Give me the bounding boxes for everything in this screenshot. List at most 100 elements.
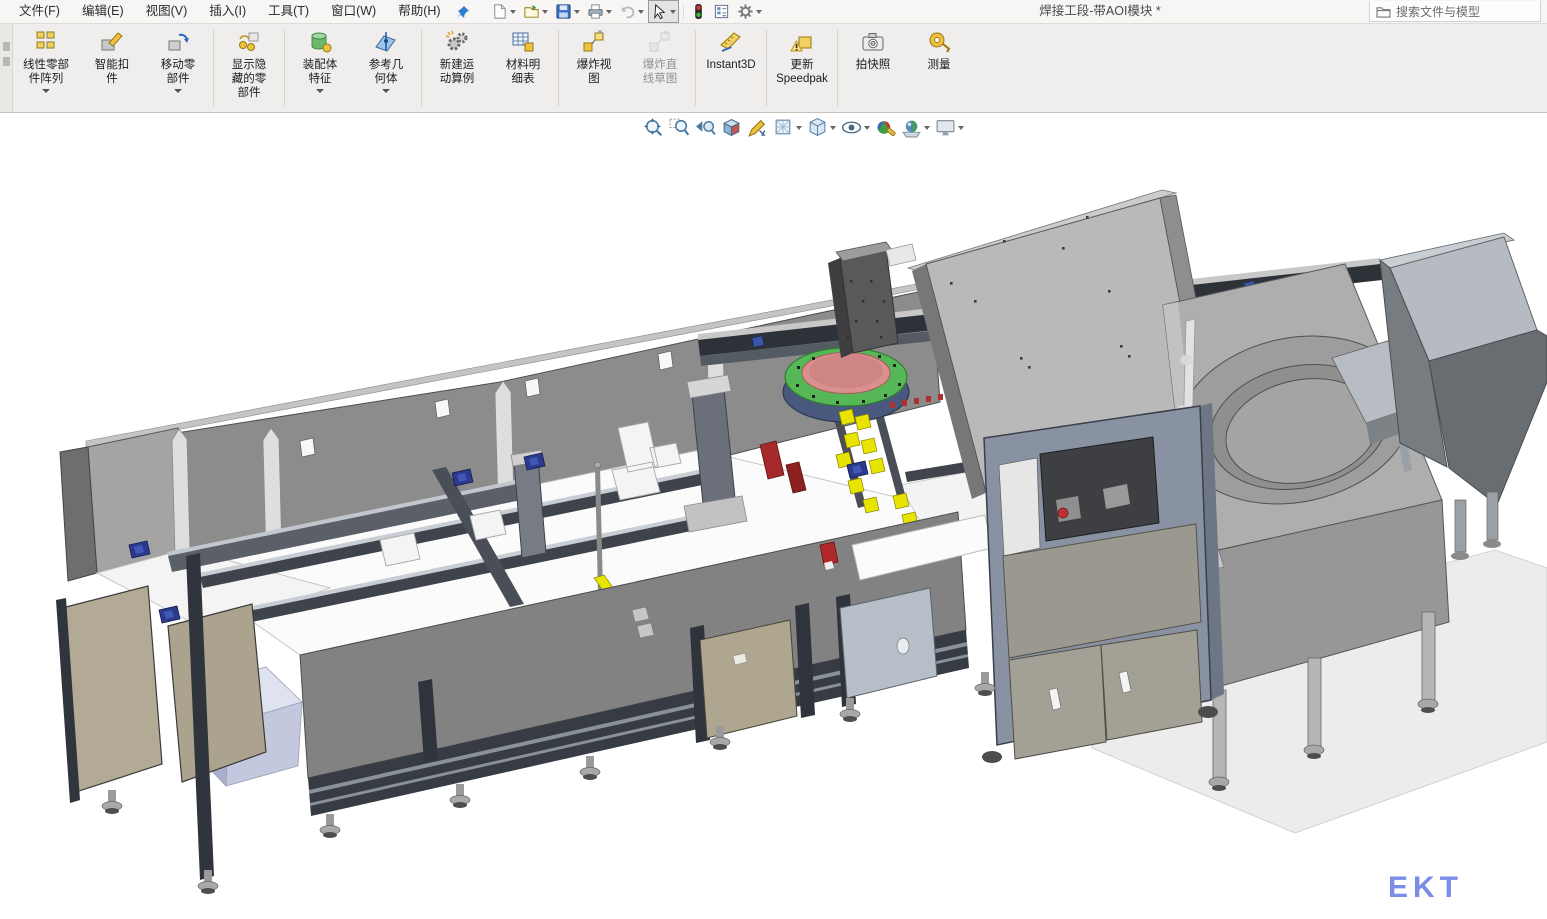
move-component-icon	[166, 28, 190, 56]
menu-insert[interactable]: 插入(I)	[198, 0, 257, 23]
headsup-view-toolbar	[642, 116, 965, 139]
ribbon-button-assembly-features[interactable]: 装配体 特征	[287, 24, 353, 112]
view-settings-button[interactable]	[934, 116, 965, 139]
previous-view-icon	[695, 117, 716, 138]
annotation-view-button[interactable]	[746, 116, 769, 139]
ribbon-separator	[837, 30, 838, 106]
ribbon-button-label: 显示隐 藏的零 部件	[232, 58, 267, 100]
ribbon-button-instant3d[interactable]: Instant3D	[698, 24, 764, 112]
ribbon-button-label: 移动零 部件	[161, 58, 196, 86]
dropdown-arrow-icon	[382, 89, 390, 93]
print-button[interactable]	[584, 0, 615, 23]
dropdown-arrow-icon	[796, 126, 802, 130]
ribbon-button-label: 参考几 何体	[369, 58, 404, 86]
search-box[interactable]: 搜索文件与模型	[1369, 1, 1541, 22]
assembly-model-3d[interactable]	[0, 137, 1547, 919]
display-style-button[interactable]	[806, 116, 837, 139]
previous-view-button[interactable]	[694, 116, 717, 139]
menu-window[interactable]: 窗口(W)	[320, 0, 387, 23]
zoom-to-area-icon	[669, 117, 690, 138]
settings-gear-icon	[737, 3, 754, 20]
dropdown-arrow-icon	[574, 10, 580, 14]
ribbon-button-label: 装配体 特征	[303, 58, 338, 86]
ribbon-button-take-snapshot[interactable]: 拍快照	[840, 24, 906, 112]
smart-fasteners-icon	[100, 28, 124, 56]
ribbon-separator	[695, 30, 696, 106]
ribbon-button-new-motion-study[interactable]: 新建运 动算例	[424, 24, 490, 112]
ribbon-separator	[213, 30, 214, 106]
ribbon-button-update-speedpak[interactable]: 更新 Speedpak	[769, 24, 835, 112]
undo-button[interactable]	[616, 0, 647, 23]
ribbon-separator	[421, 30, 422, 106]
pin-menu-icon[interactable]	[452, 1, 474, 23]
menu-edit[interactable]: 编辑(E)	[71, 0, 135, 23]
menu-help[interactable]: 帮助(H)	[387, 0, 451, 23]
ribbon-separator	[284, 30, 285, 106]
menu-file[interactable]: 文件(F)	[8, 0, 71, 23]
ribbon-button-label: 更新 Speedpak	[776, 58, 828, 86]
undo-icon	[619, 3, 636, 20]
dropdown-arrow-icon	[606, 10, 612, 14]
ribbon-button-label: 新建运 动算例	[440, 58, 475, 86]
ribbon-button-bill-of-materials[interactable]: 材料明 细表	[490, 24, 556, 112]
search-label: 搜索文件与模型	[1396, 3, 1480, 20]
print-icon	[587, 3, 604, 20]
assembly-features-icon	[308, 28, 332, 56]
exploded-view-icon	[582, 28, 606, 56]
ribbon-button-reference-geometry[interactable]: 参考几 何体	[353, 24, 419, 112]
solidworks-window: 文件(F) 编辑(E) 视图(V) 插入(I) 工具(T) 窗口(W) 帮助(H…	[0, 0, 1547, 919]
zoom-to-area-button[interactable]	[668, 116, 691, 139]
aoi-cabinet[interactable]	[982, 403, 1224, 763]
update-speedpak-icon	[790, 28, 814, 56]
dropdown-arrow-icon	[670, 10, 676, 14]
view-orientation-button[interactable]	[772, 116, 803, 139]
open-file-button[interactable]	[520, 0, 551, 23]
menu-view[interactable]: 视图(V)	[135, 0, 199, 23]
edit-appearance-button[interactable]	[874, 116, 897, 139]
ribbon-button-exploded-view[interactable]: 爆炸视 图	[561, 24, 627, 112]
ribbon-button-label: 材料明 细表	[506, 58, 541, 86]
view-orientation-icon	[773, 117, 794, 138]
select-tool-button[interactable]	[648, 0, 679, 23]
ribbon-button-move-component[interactable]: 移动零 部件	[145, 24, 211, 112]
hide-show-items-button[interactable]	[840, 116, 871, 139]
linear-pattern-icon	[34, 28, 58, 56]
dropdown-arrow-icon	[864, 126, 870, 130]
graphics-viewport[interactable]: EKT	[0, 113, 1547, 919]
dropdown-arrow-icon	[638, 10, 644, 14]
measure-icon	[927, 28, 951, 56]
bill-of-materials-icon	[511, 28, 535, 56]
save-button[interactable]	[552, 0, 583, 23]
properties-button[interactable]	[710, 0, 733, 23]
menu-tools[interactable]: 工具(T)	[257, 0, 320, 23]
ribbon-separator	[558, 30, 559, 106]
search-folder-icon	[1376, 5, 1391, 18]
apply-scene-button[interactable]	[900, 116, 931, 139]
new-file-button[interactable]	[488, 0, 519, 23]
motion-study-icon	[445, 28, 469, 56]
interference-check-button[interactable]	[688, 0, 709, 23]
options-button[interactable]	[734, 0, 765, 23]
display-style-icon	[807, 117, 828, 138]
ribbon-button-label: 线性零部 件阵列	[23, 58, 69, 86]
instant3d-icon	[719, 28, 743, 56]
ribbon-button-linear-pattern[interactable]: 线性零部 件阵列	[13, 24, 79, 112]
quick-access-toolbar	[488, 0, 765, 23]
dropdown-arrow-icon	[542, 10, 548, 14]
apply-scene-icon	[901, 117, 922, 138]
ribbon-button-show-hidden[interactable]: 显示隐 藏的零 部件	[216, 24, 282, 112]
dropdown-arrow-icon	[924, 126, 930, 130]
zoom-to-fit-button[interactable]	[642, 116, 665, 139]
top-bar: 文件(F) 编辑(E) 视图(V) 插入(I) 工具(T) 窗口(W) 帮助(H…	[0, 0, 1547, 24]
ribbon-button-smart-fasteners[interactable]: 智能扣 件	[79, 24, 145, 112]
zoom-to-fit-icon	[643, 117, 664, 138]
save-icon	[555, 3, 572, 20]
dropdown-arrow-icon	[42, 89, 50, 93]
section-view-button[interactable]	[720, 116, 743, 139]
dropdown-arrow-icon	[830, 126, 836, 130]
ribbon-button-measure[interactable]: 测量	[906, 24, 972, 112]
reference-geometry-icon	[374, 28, 398, 56]
ribbon-clipped-button[interactable]	[0, 24, 13, 112]
ribbon-button-label: Instant3D	[706, 58, 755, 72]
new-file-icon	[491, 3, 508, 20]
